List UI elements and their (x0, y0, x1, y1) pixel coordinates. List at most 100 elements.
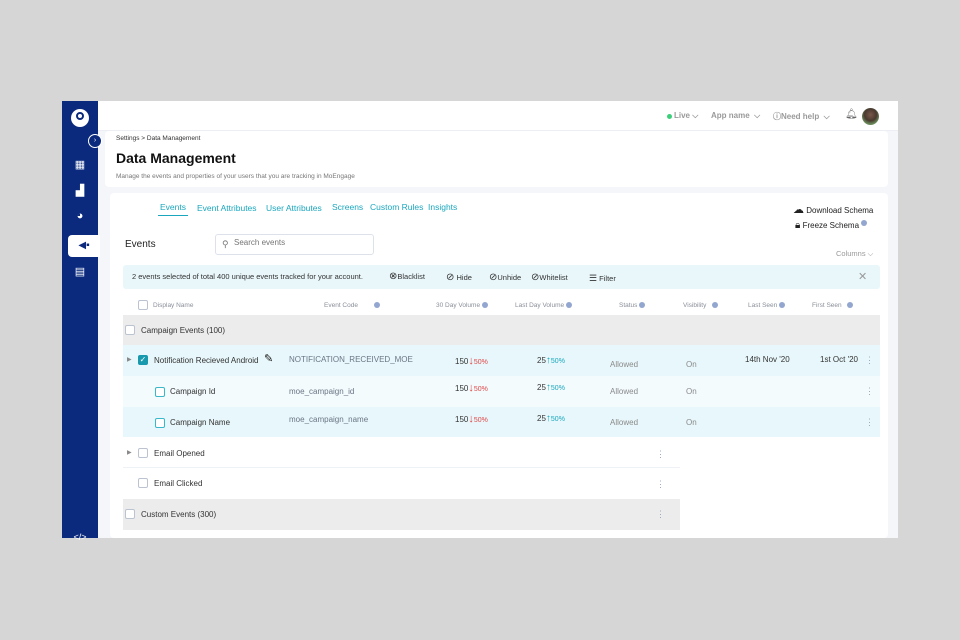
status: Allowed (610, 418, 639, 427)
more-options-icon[interactable]: ⋮ (865, 356, 874, 365)
need-help-dropdown[interactable]: ⓘNeed help ⌵ (773, 111, 830, 122)
col-30-day-volume-label: 30 Day Volume (436, 302, 481, 309)
col-30-day-volume[interactable]: 30 Day Volume (436, 302, 489, 309)
whitelist-label: Whitelist (539, 273, 568, 282)
filter-button[interactable]: ☰ Filter (589, 273, 616, 284)
unhide-button[interactable]: ⊘Unhide (489, 272, 521, 283)
download-schema-button[interactable]: ☁ Download Schema (793, 203, 873, 216)
hide-button[interactable]: ⊘ Hide (446, 272, 472, 283)
lock-icon: 🔒︎ (795, 220, 801, 231)
table-row[interactable] (123, 437, 680, 468)
volume-value: 150 (455, 415, 469, 424)
edit-pencil-icon[interactable]: ✎ (264, 352, 273, 365)
event-code: moe_campaign_id (289, 387, 355, 396)
info-icon (711, 302, 718, 309)
col-last-day-volume[interactable]: Last Day Volume (515, 302, 573, 309)
info-icon (779, 302, 786, 309)
table-row[interactable] (123, 376, 880, 407)
volume-value: 25 (537, 356, 546, 365)
app-name-dropdown[interactable]: App name ⌵ (711, 111, 760, 121)
volume-value: 150 (455, 384, 469, 393)
col-last-seen-label: Last Seen (748, 302, 778, 309)
search-input[interactable] (234, 238, 369, 247)
search-icon: ⚲ (222, 239, 229, 249)
app-name-label: App name (711, 111, 750, 120)
blacklist-button[interactable]: ⊗Blacklist (389, 271, 425, 282)
volume-change: 50% (550, 416, 565, 423)
breadcrumb[interactable]: Settings > Data Management (116, 135, 200, 142)
col-event-code[interactable]: Event Code (324, 302, 381, 309)
expand-caret-icon[interactable]: ▶ (127, 356, 132, 363)
filter-label: Filter (599, 274, 616, 283)
group-label: Campaign Events (100) (141, 326, 226, 335)
col-last-day-volume-label: Last Day Volume (515, 302, 565, 309)
user-profile-icon[interactable] (71, 109, 89, 127)
engage-megaphone-icon[interactable]: ◀▪ (68, 235, 100, 257)
tab-custom-rules[interactable]: Custom Rules (370, 202, 423, 212)
hide-label: Hide (456, 273, 472, 282)
col-status[interactable]: Status (619, 302, 646, 309)
row-checkbox[interactable] (138, 478, 148, 488)
status: Allowed (610, 360, 639, 369)
row-checkbox[interactable]: ✓ (138, 355, 148, 365)
tab-events[interactable]: Events (158, 202, 188, 216)
more-options-icon[interactable]: ⋮ (656, 510, 665, 519)
visibility: On (686, 418, 697, 427)
group-checkbox[interactable] (125, 509, 135, 519)
blacklist-label: Blacklist (397, 272, 425, 281)
analytics-bar-chart-icon[interactable]: ▟ (72, 183, 88, 199)
dashboard-icon[interactable]: ▦ (72, 157, 88, 173)
info-icon (482, 302, 489, 309)
live-dropdown[interactable]: Live ⌵ (674, 111, 698, 121)
tab-user-attributes[interactable]: User Attributes (266, 203, 322, 213)
volume-30-day: 150↓50% (455, 413, 488, 425)
col-event-code-label: Event Code (324, 302, 358, 309)
select-all-checkbox[interactable] (138, 300, 148, 310)
avatar[interactable] (862, 108, 879, 125)
volume-last-day: 25↑50% (537, 355, 565, 366)
col-first-seen[interactable]: First Seen (812, 302, 854, 309)
status: Allowed (610, 387, 639, 396)
close-selection-icon[interactable]: ✕ (858, 270, 867, 283)
selection-summary: 2 events selected of total 400 unique ev… (132, 272, 363, 281)
volume-value: 25 (537, 383, 546, 392)
help-icon: ⓘ (773, 112, 781, 121)
row-checkbox[interactable] (155, 387, 165, 397)
volume-change: 50% (473, 417, 488, 424)
expand-sidebar-icon[interactable]: › (88, 134, 102, 148)
whitelist-button[interactable]: ⊘Whitelist (531, 272, 568, 283)
group-row-campaign-events[interactable] (123, 315, 880, 345)
columns-dropdown[interactable]: Columns ⌵ (836, 249, 873, 259)
col-visibility-label: Visibility (683, 302, 707, 309)
document-icon[interactable]: ▤ (72, 264, 88, 280)
tab-screens[interactable]: Screens (332, 202, 363, 212)
events-heading: Events (125, 239, 156, 250)
table-row[interactable] (123, 468, 680, 499)
expand-caret-icon[interactable]: ▶ (127, 449, 132, 456)
live-status-dot (667, 114, 672, 119)
col-visibility[interactable]: Visibility (683, 302, 718, 309)
row-checkbox[interactable] (138, 448, 148, 458)
page-subtitle: Manage the events and properties of your… (116, 173, 355, 180)
more-options-icon[interactable]: ⋮ (865, 418, 874, 427)
row-checkbox[interactable] (155, 418, 165, 428)
search-events-field[interactable]: ⚲ (215, 234, 374, 255)
freeze-schema-button[interactable]: 🔒︎ Freeze Schema (795, 220, 868, 231)
notification-bell-icon[interactable]: 🔔︎ (845, 109, 858, 120)
more-options-icon[interactable]: ⋮ (865, 387, 874, 396)
tab-insights[interactable]: Insights (428, 202, 457, 212)
more-options-icon[interactable]: ⋮ (656, 450, 665, 459)
event-display-name: Email Clicked (154, 479, 203, 488)
group-label: Custom Events (300) (141, 510, 217, 519)
segment-pie-icon[interactable]: ◕ (72, 208, 88, 224)
tab-event-attributes[interactable]: Event Attributes (197, 203, 257, 213)
group-checkbox[interactable] (125, 325, 135, 335)
more-options-icon[interactable]: ⋮ (656, 480, 665, 489)
col-status-label: Status (619, 302, 638, 309)
col-display-name[interactable]: Display Name (153, 302, 193, 309)
freeze-schema-label: Freeze Schema (802, 221, 860, 230)
table-row[interactable] (123, 407, 880, 437)
event-display-name: Campaign Name (170, 418, 231, 427)
code-icon[interactable]: </> (72, 529, 88, 545)
col-last-seen[interactable]: Last Seen (748, 302, 786, 309)
